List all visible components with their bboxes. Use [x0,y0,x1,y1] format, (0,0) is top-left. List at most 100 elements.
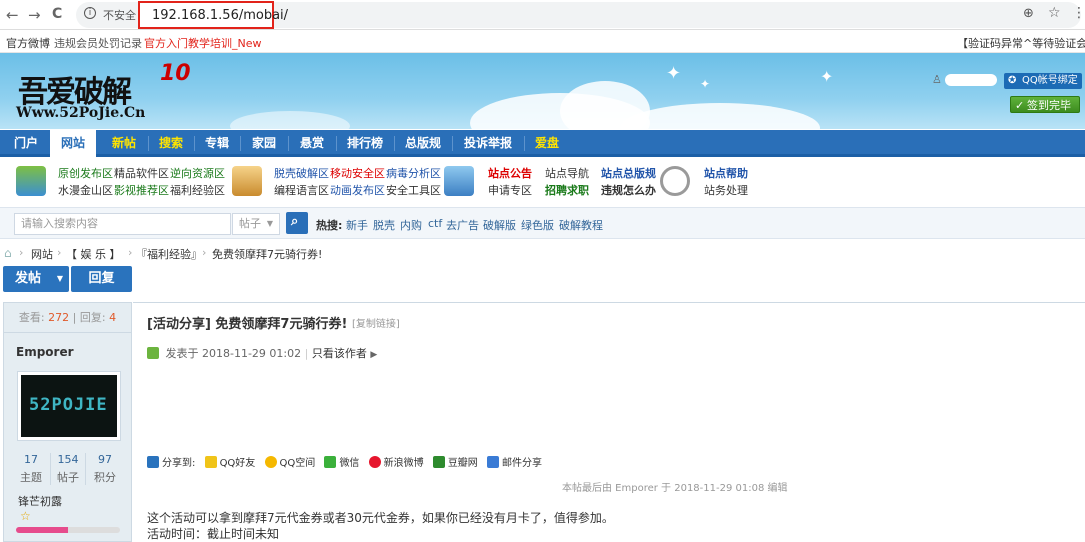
quick-link[interactable]: 编程语言区 [274,182,329,198]
breadcrumb-item[interactable]: 【 娱 乐 】 [66,246,121,262]
quick-link[interactable]: 水漫金山区 [58,182,113,198]
quick-link[interactable]: 逆向资源区 [170,165,225,181]
hot-search-item[interactable]: 脱壳 [373,217,395,233]
quick-link[interactable]: 违规怎么办 [601,182,656,198]
breadcrumb: ⌂ › 网站 › 【 娱 乐 】 › 『福利经验』 › 免费领摩拜7元骑行券! [0,240,1085,266]
quick-link[interactable]: 站点导航 [545,165,589,181]
check-icon: ✓ [1015,99,1025,112]
info-icon[interactable]: i [84,7,96,19]
hot-search-item[interactable]: 绿色版 [521,217,554,233]
browser-toolbar: ← → C i 不安全 192.168.1.56/mobai/ ⊕ ☆ ⋮ [0,0,1085,30]
weibo-icon [368,456,381,468]
star-decoration: ✦ [666,63,682,84]
cloud-decoration [620,103,820,129]
hot-search-item[interactable]: 去广告 [446,217,479,233]
username-masked[interactable] [945,74,997,86]
copy-link[interactable]: [复制链接] [352,315,400,330]
nav-new-posts[interactable]: 新帖 [102,130,146,157]
user-stat-points[interactable]: 97 积分 [87,453,123,485]
back-button[interactable]: ← [6,6,19,24]
reload-button[interactable]: C [52,6,62,22]
nav-aipan[interactable]: 爱盘 [526,130,568,157]
share-douban[interactable]: 豆瓣网 [432,456,478,469]
nav-ranking[interactable]: 排行榜 [338,130,392,157]
avatar[interactable]: 52POJIE [17,371,121,441]
share-wechat[interactable]: 微信 [324,456,359,469]
nav-portal[interactable]: 门户 [6,130,46,157]
breadcrumb-separator: › [57,246,62,259]
quick-link[interactable]: 福利经验区 [170,182,225,198]
quick-link[interactable]: 站点帮助 [704,165,748,181]
bookmark-item[interactable]: 官方入门教学培训_New [144,35,262,51]
douban-icon [432,456,445,468]
quick-link[interactable]: 原创发布区 [58,165,113,181]
nav-search[interactable]: 搜索 [150,130,192,157]
new-post-button[interactable]: 发帖 ▼ [3,266,69,292]
quick-link[interactable]: 站点公告 [488,165,532,181]
rank-progress-bar [16,527,120,533]
quick-link[interactable]: 脱壳破解区 [274,165,329,181]
star-icon[interactable]: ☆ [1048,5,1061,21]
site-header: ✦ ✦ ✦ 吾爱破解 Www.52PoJie.Cn 10 ♙ ✪ QQ帐号绑定 … [0,53,1085,129]
qq-bind-button[interactable]: ✪ QQ帐号绑定 [1004,73,1082,89]
hot-search-item[interactable]: ctf [428,217,442,230]
nav-home[interactable]: 家园 [242,130,286,157]
nav-bounty[interactable]: 悬赏 [290,130,334,157]
hot-search-item[interactable]: 内购 [400,217,422,233]
nav-rules[interactable]: 总版规 [396,130,450,157]
share-weibo[interactable]: 新浪微博 [368,456,424,469]
author-only-link[interactable]: 只看该作者 [312,347,367,360]
nav-forum[interactable]: 网站 [50,130,96,157]
forward-button[interactable]: → [28,6,41,24]
search-type-select[interactable]: 帖子 ▼ [232,213,280,235]
nav-report[interactable]: 投诉举报 [454,130,522,157]
quick-link[interactable]: 精品软件区 [114,165,169,181]
user-stat-topics[interactable]: 17 主题 [13,453,49,485]
edit-notice: 本帖最后由 Emporer 于 2018-11-29 01:08 编辑 [562,483,788,494]
bookmarks-bar: 官方微博 违规会员处罚记录 官方入门教学培训_New 【验证码异常^等待验证会员 [0,31,1085,53]
qq-icon: ✪ [1008,75,1017,86]
quick-link[interactable]: 影视推荐区 [114,182,169,198]
nav-collections[interactable]: 专辑 [196,130,238,157]
hot-search-item[interactable]: 破解版 [483,217,516,233]
star-decoration: ✦ [700,77,711,91]
quick-link[interactable]: 动画发布区 [330,182,385,198]
home-icon[interactable]: ⌂ [4,246,12,260]
breadcrumb-item[interactable]: 网站 [31,246,53,262]
breadcrumb-separator: › [19,246,24,259]
quick-link[interactable]: 申请专区 [488,182,532,198]
share-qzone[interactable]: QQ空间 [264,456,315,469]
user-rank[interactable]: 锋芒初露 [18,493,62,509]
reply-button[interactable]: 回复 [71,266,132,292]
post-meta: 发表于 2018-11-29 01:02 | 只看该作者 ▶ [147,345,377,361]
quick-link[interactable]: 移动安全区 [330,165,385,181]
url-highlight[interactable]: 192.168.1.56/mobai/ [138,1,288,29]
hot-search-item[interactable]: 新手 [346,217,368,233]
sign-in-button[interactable]: ✓ 签到完毕 [1010,96,1080,113]
chevron-down-icon: ▼ [266,219,273,228]
search-bar: 请输入搜索内容 帖子 ▼ ⌕ 热搜: 新手 脱壳 内购 ctf 去广告 破解版 … [0,207,1085,239]
search-input[interactable]: 请输入搜索内容 [14,213,231,235]
search-button[interactable]: ⌕ [286,212,308,234]
bookmark-item[interactable]: 违规会员处罚记录 [54,35,142,51]
nav-divider [148,136,149,151]
quick-link[interactable]: 站点总版规 [601,165,656,181]
share-email[interactable]: 邮件分享 [487,456,542,469]
quick-link[interactable]: 病毒分析区 [386,165,441,181]
quick-link[interactable]: 招聘求职 [545,182,589,198]
share-qq-friend[interactable]: QQ好友 [204,456,255,469]
chevron-down-icon: ▼ [56,274,63,283]
quick-link[interactable]: 安全工具区 [386,182,441,198]
security-label: 不安全 [103,9,136,22]
menu-icon[interactable]: ⋮ [1072,5,1085,21]
hot-search-item[interactable]: 破解教程 [559,217,603,233]
anniversary-badge: 10 [160,61,191,86]
quick-link[interactable]: 站务处理 [704,182,748,198]
breadcrumb-item[interactable]: 『福利经验』 [136,246,202,262]
translate-icon[interactable]: ⊕ [1023,6,1034,21]
bookmark-item[interactable]: 【验证码异常^等待验证会员 [957,35,1085,51]
cloud-decoration [230,111,350,129]
user-stat-posts[interactable]: 154 帖子 [50,453,86,485]
bookmark-item[interactable]: 官方微博 [6,35,50,51]
author-name[interactable]: Emporer [16,345,74,359]
